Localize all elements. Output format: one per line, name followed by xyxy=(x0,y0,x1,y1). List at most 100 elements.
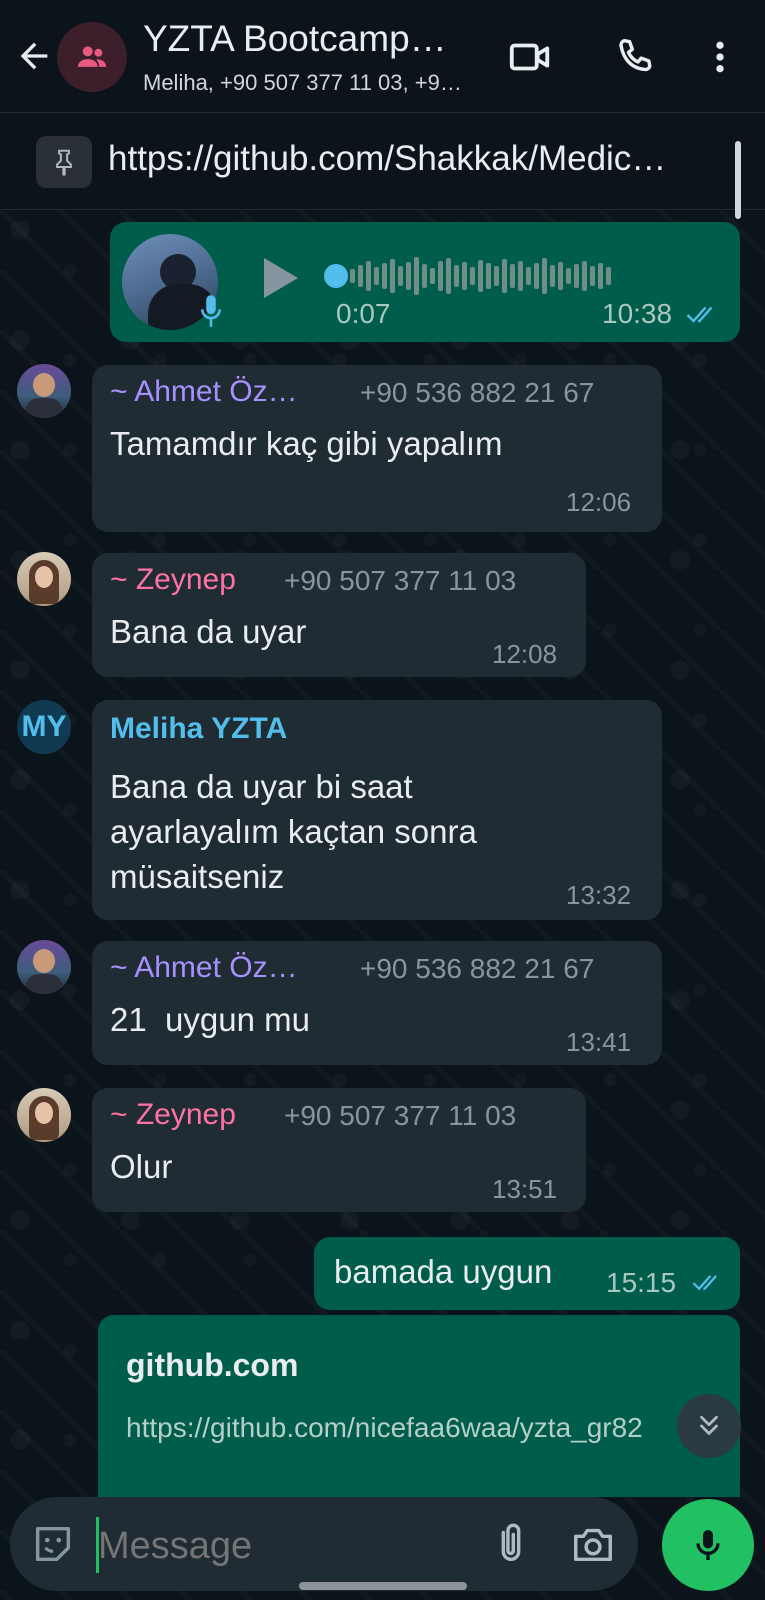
message-text: Bana da uyar xyxy=(110,613,307,650)
sender-name[interactable]: ~ Ahmet Öz… xyxy=(110,951,298,985)
pin-badge xyxy=(36,136,92,188)
sticker-icon[interactable] xyxy=(30,1521,76,1567)
waveform-bar xyxy=(478,260,483,292)
waveform-bar xyxy=(446,258,451,294)
microphone-icon xyxy=(696,1530,720,1560)
message-time: 13:51 xyxy=(492,1174,558,1204)
read-receipt-icon xyxy=(686,306,713,323)
waveform-bar xyxy=(422,264,427,288)
sender-name[interactable]: ~ Zeynep xyxy=(110,563,236,597)
more-options-icon[interactable] xyxy=(700,34,740,80)
waveform-bar xyxy=(438,261,443,291)
voice-waveform[interactable] xyxy=(350,250,720,302)
waveform-bar xyxy=(534,263,539,289)
waveform-bar xyxy=(582,261,587,291)
voice-progress-handle[interactable] xyxy=(324,264,348,288)
chat-title[interactable]: YZTA Bootcamp… xyxy=(143,18,447,60)
back-arrow-icon[interactable] xyxy=(14,36,54,76)
waveform-bar xyxy=(550,265,555,287)
link-preview-bubble[interactable]: github.com https://github.com/nicefaa6wa… xyxy=(98,1315,740,1497)
waveform-bar xyxy=(494,266,499,286)
message-text: 21 uygun mu xyxy=(110,1001,310,1038)
message-text: Olur xyxy=(110,1148,173,1185)
waveform-bar xyxy=(382,263,387,289)
waveform-bar xyxy=(462,262,467,290)
sender-name[interactable]: Meliha YZTA xyxy=(110,712,287,746)
pin-icon xyxy=(56,149,72,176)
message-bubble[interactable]: ~ Zeynep +90 507 377 11 03 Olur 13:51 xyxy=(92,1088,586,1212)
waveform-bar xyxy=(502,259,507,293)
message-bubble[interactable]: ~ Ahmet Öz… +90 536 882 21 67 21 uygun m… xyxy=(92,941,662,1065)
sender-name[interactable]: ~ Ahmet Öz… xyxy=(110,375,298,409)
voice-record-button[interactable] xyxy=(662,1499,754,1591)
sender-phone: +90 507 377 11 03 xyxy=(284,565,517,596)
avatar[interactable]: MY xyxy=(17,700,71,754)
microphone-icon xyxy=(201,295,221,327)
waveform-bar xyxy=(350,269,355,283)
waveform-bar xyxy=(358,265,363,287)
attachment-icon[interactable] xyxy=(488,1521,534,1567)
avatar[interactable] xyxy=(17,364,71,418)
message-text: Bana da uyar bi saat ayarlayalım kaçtan … xyxy=(110,768,477,895)
video-call-icon[interactable] xyxy=(507,34,553,80)
waveform-bar xyxy=(558,262,563,290)
waveform-bar xyxy=(510,264,515,288)
pinned-message-bar[interactable]: https://github.com/Shakkak/Medic… xyxy=(0,112,765,219)
waveform-bar xyxy=(390,259,395,293)
group-avatar[interactable] xyxy=(57,22,127,92)
waveform-bar xyxy=(606,267,611,285)
waveform-bar xyxy=(406,262,411,290)
voice-message-bubble[interactable]: 0:07 10:38 xyxy=(110,222,740,342)
message-bubble[interactable]: ~ Ahmet Öz… +90 536 882 21 67 Tamamdır k… xyxy=(92,365,662,532)
waveform-bar xyxy=(398,266,403,286)
waveform-bar xyxy=(454,265,459,287)
waveform-bar xyxy=(566,268,571,284)
play-icon[interactable] xyxy=(258,254,302,302)
message-text: bamada uygun xyxy=(334,1253,553,1290)
waveform-bar xyxy=(542,258,547,294)
message-text: Tamamdır kaç gibi yapalım xyxy=(110,425,503,462)
message-bubble[interactable]: Meliha YZTA Bana da uyar bi saat ayarlay… xyxy=(92,700,662,920)
message-input-bar xyxy=(10,1497,638,1591)
pinned-message-text[interactable]: https://github.com/Shakkak/Medic… xyxy=(108,139,733,179)
waveform-bar xyxy=(414,257,419,295)
camera-icon[interactable] xyxy=(570,1521,616,1567)
waveform-bar xyxy=(526,267,531,285)
link-domain[interactable]: github.com xyxy=(126,1347,298,1384)
message-time: 15:15 xyxy=(606,1267,677,1298)
pinned-scrollbar[interactable] xyxy=(735,141,741,219)
waveform-bar xyxy=(598,263,603,289)
waveform-bar xyxy=(430,268,435,284)
sender-phone: +90 507 377 11 03 xyxy=(284,1100,517,1131)
group-icon xyxy=(77,46,107,67)
voice-call-icon[interactable] xyxy=(612,34,658,80)
waveform-bar xyxy=(574,264,579,288)
message-time: 12:06 xyxy=(566,487,632,517)
link-url[interactable]: https://github.com/nicefaa6waa/yzta_gr82 xyxy=(126,1409,646,1447)
voice-duration: 0:07 xyxy=(336,298,391,329)
avatar[interactable] xyxy=(17,1088,71,1142)
waveform-bar xyxy=(366,261,371,291)
chat-header: YZTA Bootcamp… Meliha, +90 507 377 11 03… xyxy=(0,0,765,110)
message-input[interactable] xyxy=(96,1515,480,1577)
avatar-initials: MY xyxy=(21,710,67,743)
chat-participants[interactable]: Meliha, +90 507 377 11 03, +9… xyxy=(143,70,462,96)
waveform-bar xyxy=(374,267,379,285)
outgoing-message-bubble[interactable]: bamada uygun 15:15 xyxy=(314,1237,740,1310)
waveform-bar xyxy=(590,266,595,286)
message-time: 13:41 xyxy=(566,1027,632,1057)
sender-phone: +90 536 882 21 67 xyxy=(360,377,595,408)
read-receipt-icon xyxy=(692,1275,717,1291)
message-time: 10:38 xyxy=(602,298,673,329)
home-indicator[interactable] xyxy=(299,1582,467,1590)
message-bubble[interactable]: ~ Zeynep +90 507 377 11 03 Bana da uyar … xyxy=(92,553,586,677)
avatar[interactable] xyxy=(17,552,71,606)
message-time: 12:08 xyxy=(492,639,558,669)
sender-phone: +90 536 882 21 67 xyxy=(360,953,595,984)
message-time: 13:32 xyxy=(566,880,632,910)
sender-name[interactable]: ~ Zeynep xyxy=(110,1098,236,1132)
double-chevron-down-icon xyxy=(700,1415,718,1435)
scroll-to-bottom-button[interactable] xyxy=(677,1394,741,1458)
waveform-bar xyxy=(470,267,475,285)
avatar[interactable] xyxy=(17,940,71,994)
